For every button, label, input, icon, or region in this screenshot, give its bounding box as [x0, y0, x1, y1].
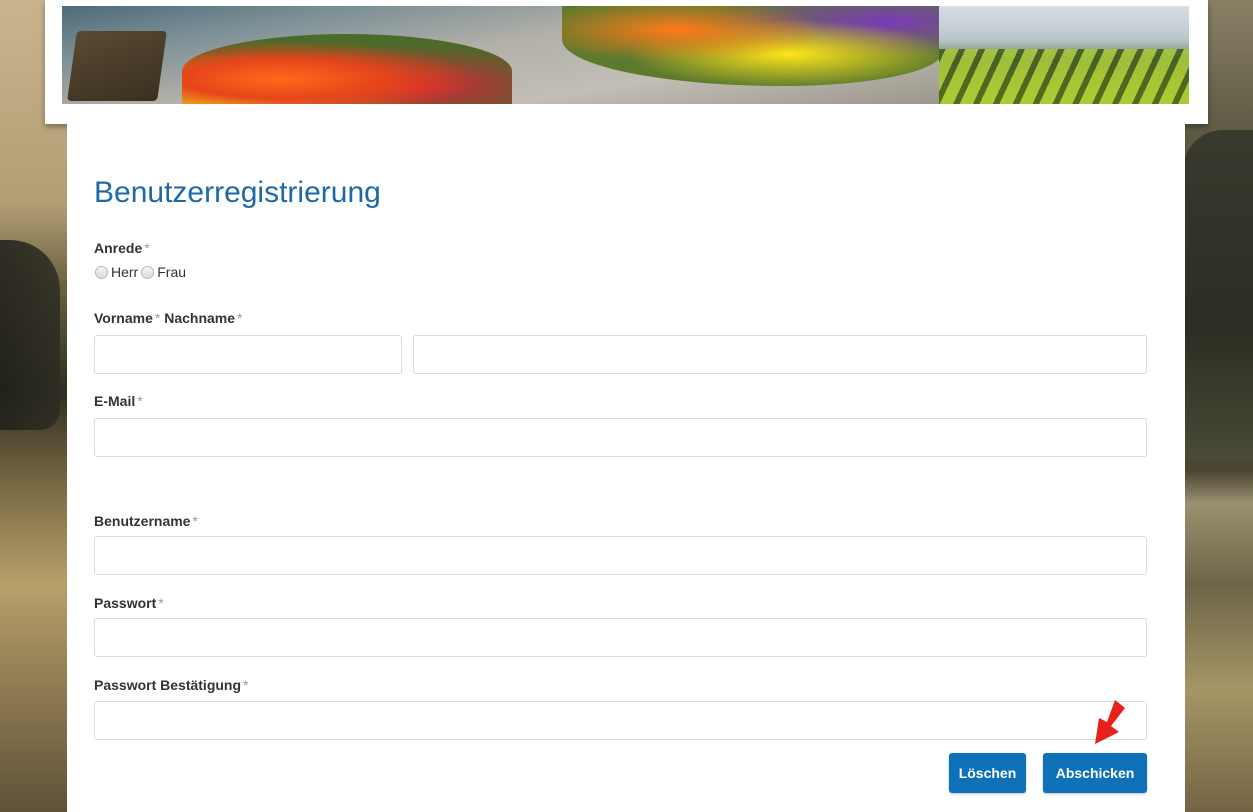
- registration-card: Benutzerregistrierung Anrede * Herr Frau …: [67, 124, 1185, 812]
- banner-vineyard-photo: [939, 6, 1189, 104]
- password-label: Passwort *: [94, 595, 164, 611]
- salutation-radio-group: Herr Frau: [95, 264, 189, 280]
- submit-button[interactable]: Abschicken: [1043, 753, 1147, 793]
- username-input[interactable]: [94, 536, 1147, 575]
- email-label: E-Mail *: [94, 393, 143, 409]
- name-label: Vorname * Nachname *: [94, 310, 243, 326]
- banner-image: [62, 6, 1189, 104]
- radio-herr[interactable]: [95, 265, 108, 279]
- first-name-input[interactable]: [94, 335, 402, 374]
- password-input[interactable]: [94, 618, 1147, 657]
- salutation-label: Anrede *: [94, 240, 150, 256]
- banner-flowerbed-left: [182, 34, 512, 104]
- password-confirm-input[interactable]: [94, 701, 1147, 740]
- last-name-input[interactable]: [413, 335, 1147, 374]
- password-confirm-label: Passwort Bestätigung *: [94, 677, 249, 693]
- banner-bench: [67, 31, 167, 101]
- email-input[interactable]: [94, 418, 1147, 457]
- radio-frau[interactable]: [141, 265, 155, 279]
- radio-frau-label[interactable]: Frau: [157, 264, 186, 280]
- header-banner: [45, 0, 1208, 124]
- reset-button[interactable]: Löschen: [949, 753, 1026, 793]
- red-arrow-icon: [1095, 700, 1125, 744]
- radio-herr-label[interactable]: Herr: [111, 264, 138, 280]
- page-title: Benutzerregistrierung: [94, 176, 381, 209]
- username-label: Benutzername *: [94, 513, 198, 529]
